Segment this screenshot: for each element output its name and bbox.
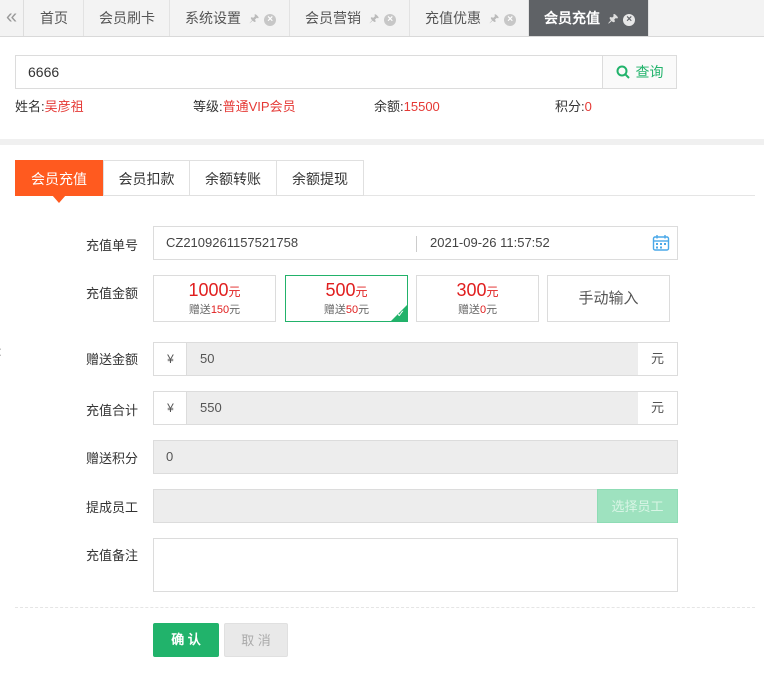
pin-icon[interactable]: 🖈 [489, 1, 499, 37]
member-name: 姓名:吴彦祖 [15, 99, 84, 114]
close-icon[interactable]: × [384, 14, 397, 26]
member-search-input[interactable]: 6666 [15, 55, 603, 89]
tab-member-swipe[interactable]: 会员刷卡 [84, 0, 170, 36]
total-field [186, 391, 639, 425]
tab-transfer[interactable]: 余额转账 [189, 160, 277, 196]
tab-member-recharge[interactable]: 会员充值 🖈 × [529, 0, 649, 36]
search-button-label: 查询 [635, 64, 664, 80]
gift-amount-value: 50 [200, 351, 215, 366]
total-label: 充值合计 [85, 403, 138, 418]
calendar-icon[interactable] [652, 234, 670, 252]
staff-field[interactable] [153, 489, 598, 523]
search-button[interactable]: 查询 [602, 55, 677, 89]
member-level: 等级:普通VIP会员 [193, 99, 296, 114]
cancel-button[interactable]: 取 消 [224, 623, 288, 657]
total-value: 550 [200, 400, 222, 415]
tab-label: 系统设置 [185, 10, 241, 26]
section-divider [0, 139, 764, 145]
tab-label: 会员刷卡 [99, 10, 155, 26]
tab-recharge-promo[interactable]: 充值优惠 🖈 × [410, 0, 529, 36]
tab-member-marketing[interactable]: 会员营销 🖈 × [290, 0, 410, 36]
currency-prefix: ¥ [153, 342, 187, 376]
check-icon: ✓ [396, 309, 405, 320]
tab-system-settings[interactable]: 系统设置 🖈 × [170, 0, 290, 36]
amount-option-1000[interactable]: 1000元 赠送150元 [153, 275, 276, 322]
order-no-value: CZ2109261157521758 [166, 235, 299, 250]
search-value: 6666 [28, 64, 60, 80]
pin-icon[interactable]: 🖈 [249, 1, 259, 37]
remark-textarea[interactable] [153, 538, 678, 592]
amount-option-500[interactable]: 500元 赠送50元 ✓ [285, 275, 408, 322]
tab-withdraw[interactable]: 余额提现 [276, 160, 364, 196]
gift-amount-label: 赠送金额 [85, 352, 138, 367]
manual-input-button[interactable]: 手动输入 [547, 275, 670, 322]
pin-icon[interactable]: 🖈 [608, 1, 618, 37]
tab-label: 会员营销 [305, 10, 361, 26]
remark-label: 充值备注 [85, 548, 138, 563]
currency-suffix: 元 [638, 342, 678, 376]
search-icon [616, 65, 630, 79]
confirm-button[interactable]: 确 认 [153, 623, 219, 657]
tab-label: 首页 [40, 10, 68, 26]
footer-divider [15, 607, 755, 608]
gift-points-value: 0 [166, 449, 174, 464]
currency-suffix: 元 [638, 391, 678, 425]
gift-amount-field [186, 342, 639, 376]
tab-label: 会员充值 [544, 10, 600, 26]
gift-points-field [153, 440, 678, 474]
pin-icon[interactable]: 🖈 [369, 1, 379, 37]
amount-label: 充值金额 [85, 286, 138, 301]
staff-label: 提成员工 [85, 500, 138, 515]
amount-option-300[interactable]: 300元 赠送0元 [416, 275, 539, 322]
tab-bar: « 首页 会员刷卡 系统设置 🖈 × 会员营销 🖈 × 充值优惠 🖈 × 会员充值 🖈 × [0, 0, 764, 37]
choose-staff-button[interactable]: 选择员工 [597, 489, 678, 523]
edge-mark: : [0, 343, 2, 359]
member-balance: 余额:15500 [374, 99, 440, 114]
order-date-value: 2021-09-26 11:57:52 [430, 235, 550, 250]
gift-points-label: 赠送积分 [85, 451, 138, 466]
field-divider [416, 236, 417, 252]
tab-deduct[interactable]: 会员扣款 [103, 160, 190, 196]
tab-label: 充值优惠 [425, 10, 481, 26]
close-icon[interactable]: × [504, 14, 517, 26]
close-icon[interactable]: × [264, 14, 277, 26]
scroll-left-icon[interactable]: « [0, 0, 24, 36]
currency-prefix: ¥ [153, 391, 187, 425]
tab-recharge[interactable]: 会员充值 [15, 160, 103, 203]
member-points: 积分:0 [555, 99, 592, 114]
tab-home[interactable]: 首页 [25, 0, 84, 36]
order-no-label: 充值单号 [85, 238, 138, 253]
close-icon[interactable]: × [623, 14, 636, 26]
